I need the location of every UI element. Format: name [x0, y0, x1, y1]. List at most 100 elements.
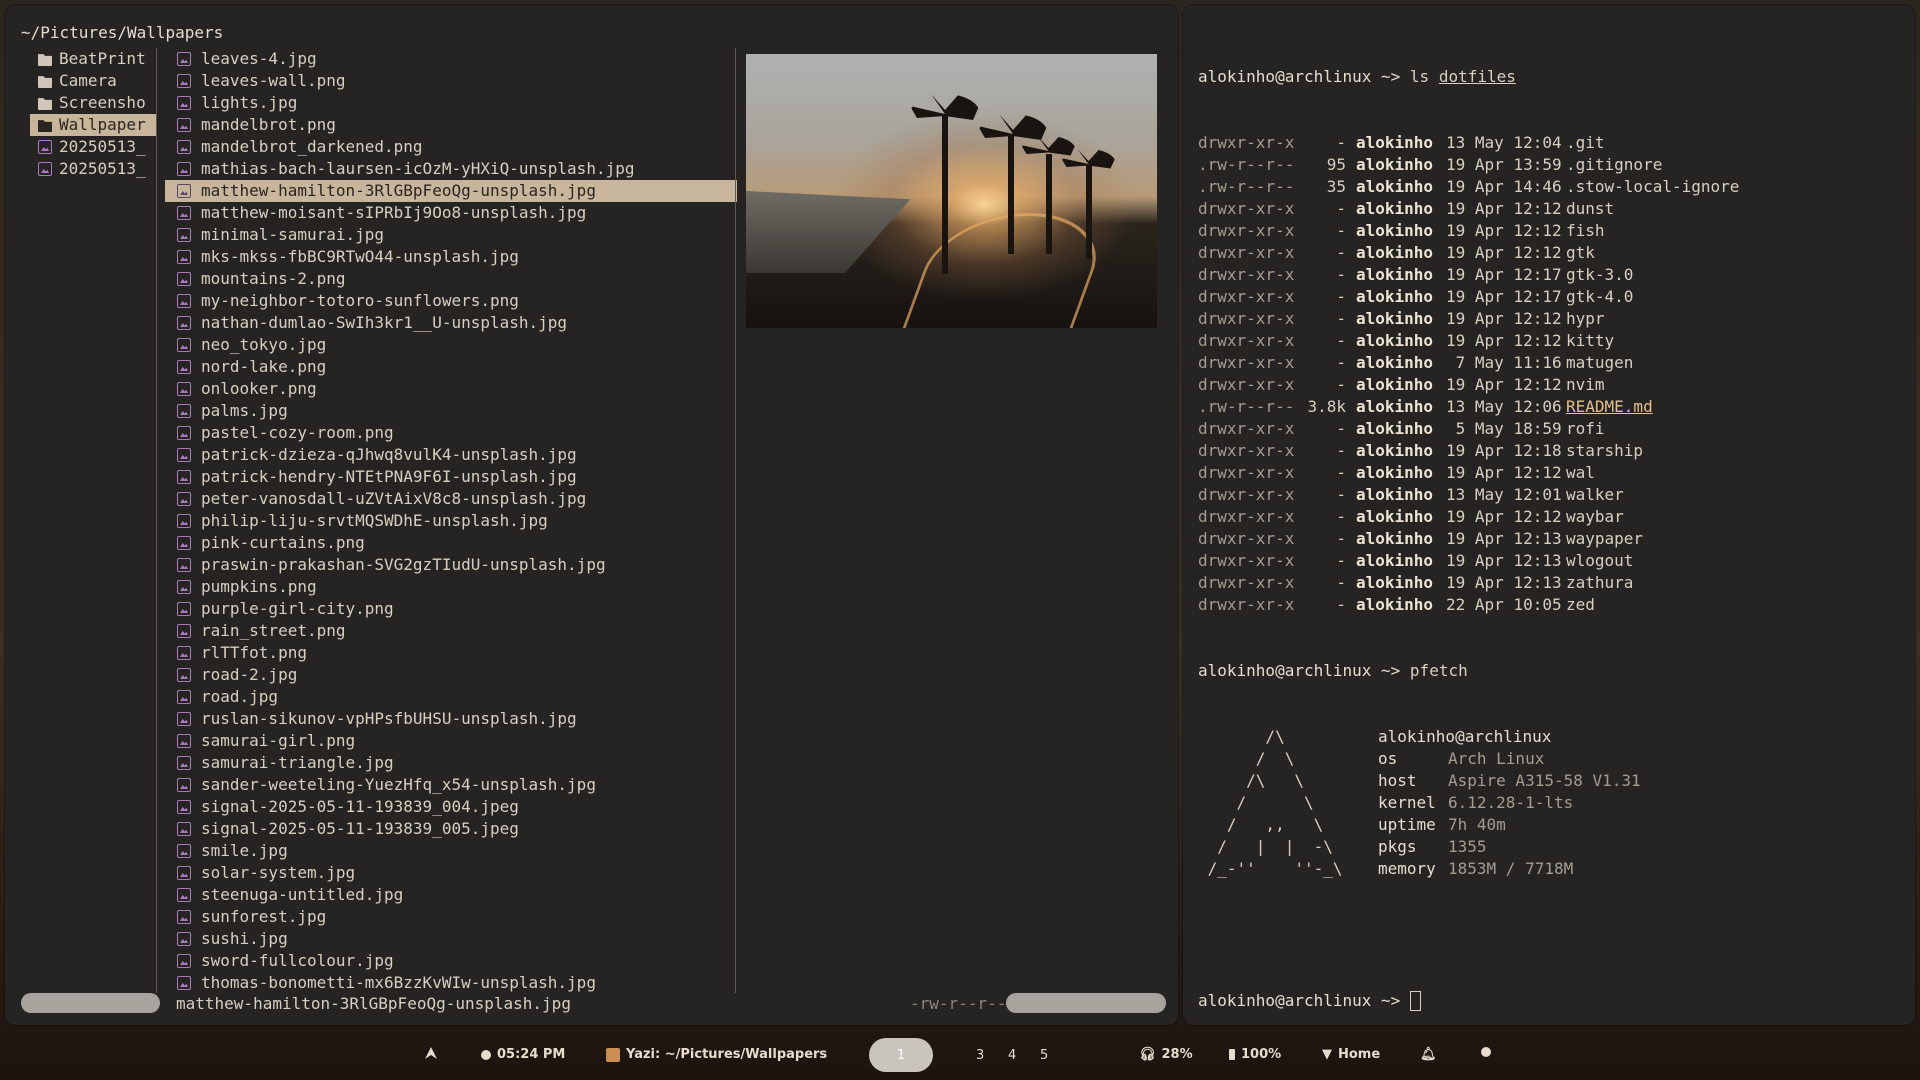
ls-size: -	[1336, 419, 1346, 438]
file-list-item[interactable]: mandelbrot_darkened.png	[165, 136, 737, 158]
ls-permissions: drwxr-xr-x	[1198, 133, 1295, 152]
file-list-item[interactable]: lights.jpg	[165, 92, 737, 114]
ls-row: .rw-r--r-- 35 alokinho 19 Apr 14:46 .stow-lo…	[1198, 176, 1908, 198]
volume-indicator[interactable]: 🎧︎ 28%	[1139, 1047, 1193, 1062]
file-list-item[interactable]: steenuga-untitled.jpg	[165, 884, 737, 906]
ls-row: drwxr-xr-x - alokinho 19 Apr 12:12 hypr	[1198, 308, 1908, 330]
ls-row: drwxr-xr-x - alokinho 19 Apr 12:12 fish	[1198, 220, 1908, 242]
parent-list-item[interactable]: Screensho	[30, 92, 156, 114]
file-list[interactable]: leaves-4.jpg leaves-wall.png lights.jpg man…	[165, 48, 737, 994]
file-list-item[interactable]: pink-curtains.png	[165, 532, 737, 554]
file-list-item[interactable]: leaves-wall.png	[165, 70, 737, 92]
file-list-item[interactable]: solar-system.jpg	[165, 862, 737, 884]
image-icon	[177, 712, 191, 726]
parent-directory-list[interactable]: BeatPrint Camera Screensho Wallpaper 2025051…	[30, 48, 156, 180]
network-indicator[interactable]: ▼ Home	[1322, 1047, 1380, 1062]
file-list-item[interactable]: ruslan-sikunov-vpHPsfbUHSU-unsplash.jpg	[165, 708, 737, 730]
workspace-4[interactable]: 4	[1008, 1038, 1016, 1072]
file-list-item[interactable]: sword-fullcolour.jpg	[165, 950, 737, 972]
file-list-item[interactable]: thomas-bonometti-mx6BzzKvWIw-unsplash.jp…	[165, 972, 737, 994]
ls-owner: alokinho	[1356, 243, 1434, 262]
file-list-item[interactable]: road-2.jpg	[165, 664, 737, 686]
ls-date: 19 Apr 12:17	[1446, 287, 1562, 306]
file-list-item[interactable]: road.jpg	[165, 686, 737, 708]
file-list-item[interactable]: matthew-moisant-sIPRbIj9Oo8-unsplash.jpg	[165, 202, 737, 224]
file-list-item[interactable]: neo_tokyo.jpg	[165, 334, 737, 356]
pfetch-row: /_-'' ''-_\ memory 1853M / 7718M	[1198, 858, 1908, 880]
file-list-item[interactable]: purple-girl-city.png	[165, 598, 737, 620]
ls-date: 19 Apr 14:46	[1446, 177, 1562, 196]
file-list-item[interactable]: patrick-dzieza-qJhwq8vulK4-unsplash.jpg	[165, 444, 737, 466]
ls-name: hypr	[1566, 309, 1605, 328]
terminal-window[interactable]: alokinho@archlinux ~> ls dotfiles drwxr-…	[1183, 5, 1915, 1025]
file-list-item[interactable]: samurai-girl.png	[165, 730, 737, 752]
file-list-item[interactable]: samurai-triangle.jpg	[165, 752, 737, 774]
parent-list-item[interactable]: Wallpaper	[30, 114, 156, 136]
ls-permissions: .rw-r--r--	[1198, 397, 1295, 416]
parent-list-item[interactable]: 20250513_	[30, 136, 156, 158]
workspace-5[interactable]: 5	[1040, 1038, 1048, 1072]
parent-list-item[interactable]: 20250513_	[30, 158, 156, 180]
ls-date: 19 Apr 12:12	[1446, 199, 1562, 218]
prompt-line[interactable]: alokinho@archlinux ~>	[1198, 990, 1908, 1012]
image-icon	[177, 294, 191, 308]
file-list-item[interactable]: mks-mkss-fbBC9RTwO44-unsplash.jpg	[165, 246, 737, 268]
image-icon	[177, 954, 191, 968]
ls-name: wlogout	[1566, 551, 1634, 570]
file-list-item[interactable]: nord-lake.png	[165, 356, 737, 378]
file-list-item[interactable]: mathias-bach-laursen-icOzM-yHXiQ-unsplas…	[165, 158, 737, 180]
parent-list-item[interactable]: Camera	[30, 70, 156, 92]
file-list-item[interactable]: nathan-dumlao-SwIh3kr1__U-unsplash.jpg	[165, 312, 737, 334]
image-icon	[177, 932, 191, 946]
file-list-item[interactable]: signal-2025-05-11-193839_004.jpeg	[165, 796, 737, 818]
ls-date: 19 Apr 12:12	[1446, 243, 1562, 262]
file-list-item[interactable]: minimal-samurai.jpg	[165, 224, 737, 246]
prompt: alokinho@archlinux ~>	[1198, 991, 1410, 1010]
file-list-item[interactable]: pastel-cozy-room.png	[165, 422, 737, 444]
file-list-item[interactable]: peter-vanosdall-uZVtAixV8c8-unsplash.jpg	[165, 488, 737, 510]
file-list-item[interactable]: smile.jpg	[165, 840, 737, 862]
file-list-item[interactable]: my-neighbor-totoro-sunflowers.png	[165, 290, 737, 312]
image-icon	[177, 162, 191, 176]
file-list-item[interactable]: palms.jpg	[165, 400, 737, 422]
file-list-item[interactable]: onlooker.png	[165, 378, 737, 400]
yazi-window[interactable]: ~/Pictures/Wallpapers BeatPrint Camera Scr…	[5, 5, 1178, 1025]
file-list-item[interactable]: sander-weeteling-YuezHfq_x54-unsplash.jp…	[165, 774, 737, 796]
image-icon	[177, 734, 191, 748]
ls-permissions: drwxr-xr-x	[1198, 485, 1295, 504]
ls-row: drwxr-xr-x - alokinho 19 Apr 12:12 gtk	[1198, 242, 1908, 264]
notification-button[interactable]: 🔔︎	[1420, 1047, 1437, 1062]
file-list-item[interactable]: rlTTfot.png	[165, 642, 737, 664]
file-name: sunforest.jpg	[201, 907, 327, 926]
image-icon	[177, 624, 191, 638]
text-cursor[interactable]	[1409, 991, 1421, 1011]
file-list-item[interactable]: leaves-4.jpg	[165, 48, 737, 70]
file-list-item[interactable]: rain_street.png	[165, 620, 737, 642]
parent-list-item[interactable]: BeatPrint	[30, 48, 156, 70]
file-list-item[interactable]: mountains-2.png	[165, 268, 737, 290]
file-list-item[interactable]: philip-liju-srvtMQSWDhE-unsplash.jpg	[165, 510, 737, 532]
file-list-item[interactable]: mandelbrot.png	[165, 114, 737, 136]
ls-row: drwxr-xr-x - alokinho 5 May 18:59 rofi	[1198, 418, 1908, 440]
pfetch-logo-line: / \	[1198, 749, 1372, 768]
launcher-button[interactable]	[425, 1047, 437, 1059]
workspace-3[interactable]: 3	[976, 1038, 984, 1072]
file-list-item[interactable]: signal-2025-05-11-193839_005.jpeg	[165, 818, 737, 840]
clock[interactable]: 05:24 PM	[481, 1047, 565, 1062]
ls-owner: alokinho	[1356, 507, 1434, 526]
ls-date: 19 Apr 12:18	[1446, 441, 1562, 460]
ls-permissions: drwxr-xr-x	[1198, 309, 1295, 328]
file-name: sushi.jpg	[201, 929, 288, 948]
file-list-item[interactable]: praswin-prakashan-SVG2gzTIudU-unsplash.j…	[165, 554, 737, 576]
workspace-1[interactable]: 1	[869, 1038, 933, 1072]
file-list-item[interactable]: matthew-hamilton-3RlGBpFeoQg-unsplash.jp…	[165, 180, 737, 202]
file-list-item[interactable]: sunforest.jpg	[165, 906, 737, 928]
file-list-item[interactable]: sushi.jpg	[165, 928, 737, 950]
pfetch-row: / \ os Arch Linux	[1198, 748, 1908, 770]
file-list-item[interactable]: patrick-hendry-NTEtPNA9F6I-unsplash.jpg	[165, 466, 737, 488]
power-button[interactable]	[1481, 1047, 1491, 1057]
battery-indicator[interactable]: 100%	[1229, 1047, 1281, 1062]
file-list-item[interactable]: pumpkins.png	[165, 576, 737, 598]
active-window[interactable]: Yazi: ~/Pictures/Wallpapers	[606, 1047, 827, 1062]
file-name: praswin-prakashan-SVG2gzTIudU-unsplash.j…	[201, 555, 606, 574]
